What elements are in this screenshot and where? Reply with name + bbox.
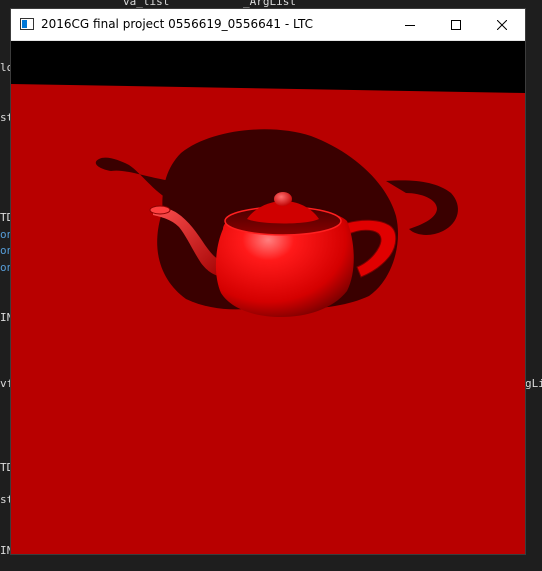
window-title: 2016CG final project 0556619_0556641 - L… bbox=[41, 17, 314, 31]
code-fragment: va_list bbox=[123, 0, 170, 8]
teapot-knob bbox=[274, 192, 292, 206]
minimize-button[interactable] bbox=[387, 9, 433, 40]
minimize-icon bbox=[405, 24, 415, 26]
close-button[interactable] bbox=[479, 9, 525, 40]
code-fragment: gLi bbox=[525, 377, 542, 390]
maximize-icon bbox=[451, 19, 461, 30]
maximize-button[interactable] bbox=[433, 9, 479, 40]
app-window: 2016CG final project 0556619_0556641 - L… bbox=[11, 9, 525, 554]
code-fragment: _ArgList bbox=[243, 0, 296, 8]
app-window-icon[interactable] bbox=[20, 18, 34, 30]
teapot-scene bbox=[11, 41, 525, 554]
close-icon bbox=[497, 19, 507, 30]
render-viewport[interactable] bbox=[11, 41, 525, 554]
title-bar[interactable]: 2016CG final project 0556619_0556641 - L… bbox=[11, 9, 525, 41]
